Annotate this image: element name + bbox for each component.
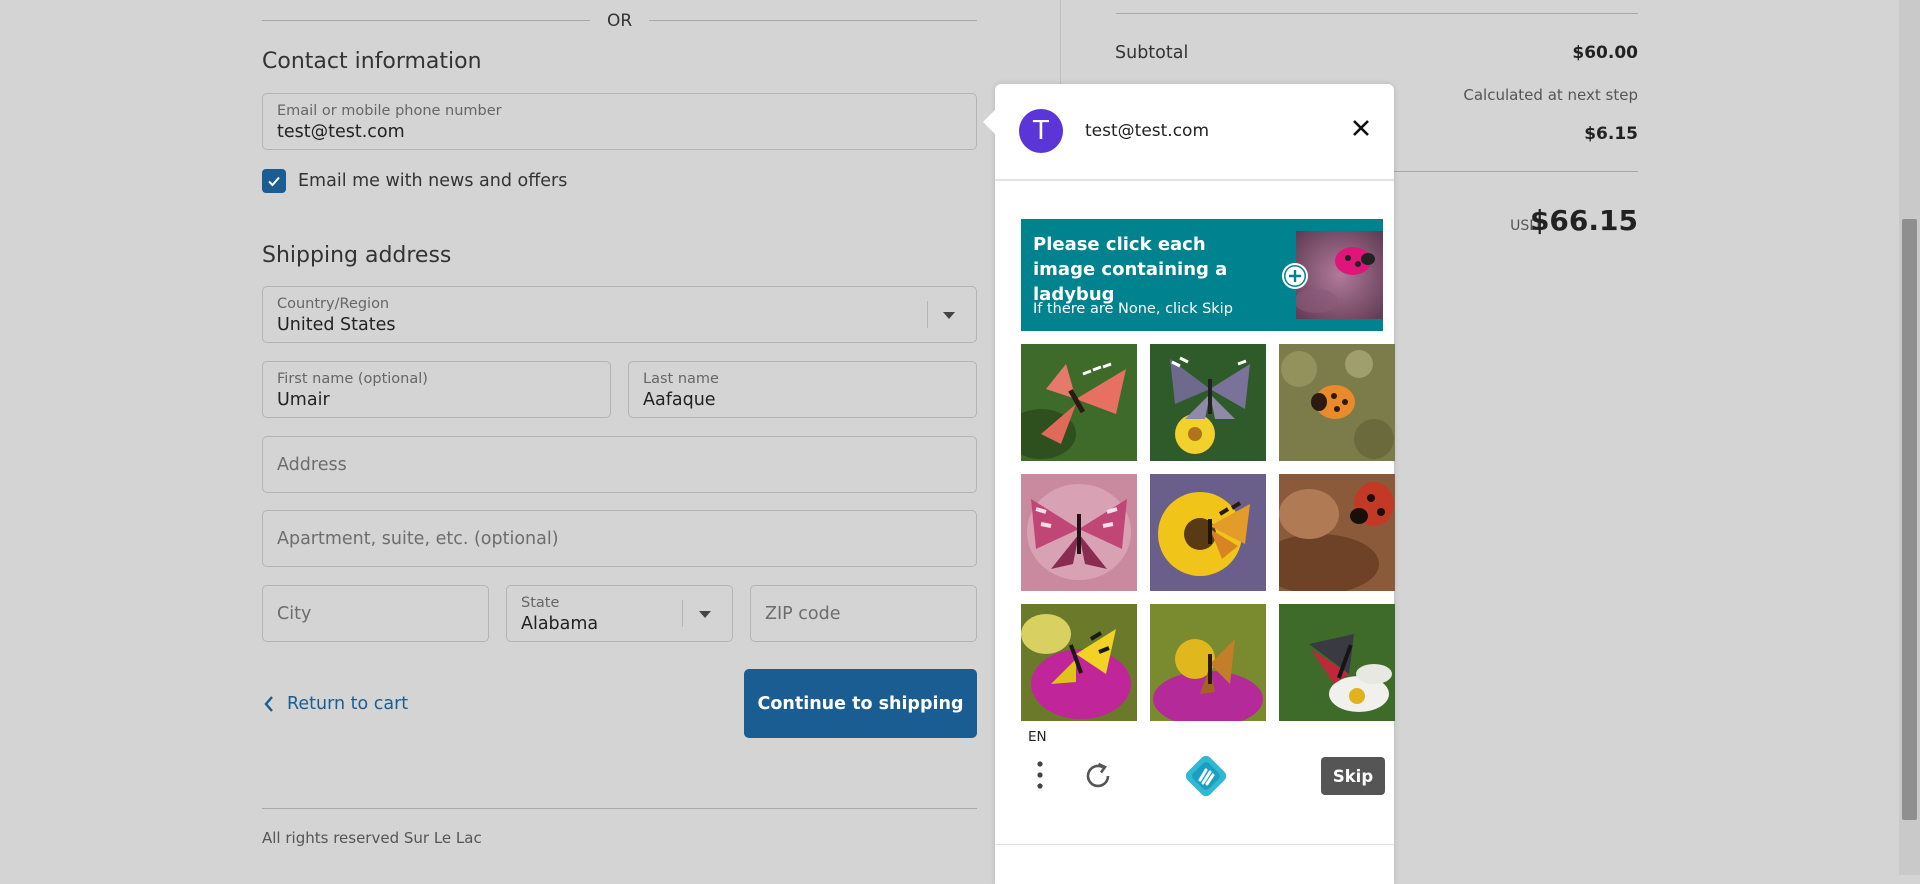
total-value: $66.15 (1529, 204, 1638, 237)
language-selector[interactable]: EN (1028, 729, 1047, 745)
zip-field[interactable]: ZIP code (750, 585, 977, 642)
last-name-value: Aafaque (643, 390, 716, 410)
email-field-label: Email or mobile phone number (277, 103, 502, 119)
address-field[interactable]: Address (262, 436, 977, 493)
footer-text: All rights reserved Sur Le Lac (262, 829, 482, 847)
last-name-label: Last name (643, 371, 719, 387)
captcha-tile-butterfly[interactable] (1150, 604, 1266, 721)
captcha-tile-butterfly[interactable] (1021, 474, 1137, 591)
state-value: Alabama (521, 614, 599, 634)
address-placeholder: Address (277, 454, 347, 475)
footer-divider (262, 808, 977, 809)
return-to-cart-link[interactable]: Return to cart (263, 692, 408, 716)
first-name-field[interactable]: First name (optional) Umair (262, 361, 611, 418)
first-name-label: First name (optional) (277, 371, 428, 387)
popup-pointer (983, 110, 995, 134)
captcha-prompt-text: Please click each image containing a lad… (1033, 234, 1228, 305)
chevron-left-icon (263, 695, 275, 713)
chevron-down-icon (943, 311, 955, 319)
first-name-value: Umair (277, 390, 330, 410)
more-options-icon[interactable] (1036, 760, 1044, 790)
or-divider-right (649, 20, 977, 21)
captcha-tile-butterfly[interactable] (1021, 604, 1137, 721)
captcha-bottom-divider (995, 844, 1394, 845)
apartment-field[interactable]: Apartment, suite, etc. (optional) (262, 510, 977, 567)
city-placeholder: City (277, 603, 312, 624)
refresh-icon[interactable] (1083, 761, 1113, 791)
close-icon[interactable] (1349, 116, 1373, 140)
return-to-cart-label: Return to cart (287, 694, 409, 714)
captcha-prompt: Please click each image containing a lad… (1021, 219, 1383, 331)
contact-title: Contact information (262, 49, 482, 74)
captcha-tile-ladybug[interactable] (1279, 474, 1395, 591)
ladybug-example-image (1296, 231, 1383, 319)
newsletter-label: Email me with news and offers (298, 171, 568, 191)
country-label: Country/Region (277, 296, 390, 312)
select-separator (927, 301, 928, 328)
apartment-placeholder: Apartment, suite, etc. (optional) (277, 528, 559, 549)
hcaptcha-logo-icon (1185, 755, 1227, 797)
state-label: State (521, 595, 560, 611)
shipping-title: Shipping address (262, 243, 452, 268)
avatar: T (1019, 109, 1063, 153)
newsletter-checkbox[interactable] (262, 169, 286, 193)
captcha-challenge-popup: T test@test.com Please click each image … (983, 84, 1395, 884)
country-select[interactable]: Country/Region United States (262, 286, 977, 343)
captcha-tile-butterfly[interactable] (1021, 344, 1137, 461)
captcha-divider (995, 179, 1394, 181)
state-select[interactable]: State Alabama (506, 585, 733, 642)
or-divider-left (262, 20, 590, 21)
continue-to-shipping-button[interactable]: Continue to shipping (744, 669, 977, 738)
subtotal-label: Subtotal (1115, 43, 1189, 63)
subtotal-value: $60.00 (1572, 43, 1638, 63)
country-value: United States (277, 315, 396, 335)
email-field-value: test@test.com (277, 122, 405, 142)
last-name-field[interactable]: Last name Aafaque (628, 361, 977, 418)
city-field[interactable]: City (262, 585, 489, 642)
captcha-tile-ladybug[interactable] (1279, 344, 1395, 461)
or-divider-text: OR (607, 11, 633, 31)
scrollbar-thumb[interactable] (1902, 219, 1917, 820)
select-separator (682, 600, 683, 627)
chevron-down-icon (699, 610, 711, 618)
skip-button[interactable]: Skip (1321, 757, 1385, 795)
email-field[interactable]: Email or mobile phone number test@test.c… (262, 93, 977, 150)
shipping-value: Calculated at next step (1463, 86, 1638, 104)
zip-placeholder: ZIP code (765, 603, 841, 624)
captcha-tile-butterfly[interactable] (1150, 344, 1266, 461)
checkmark-icon (268, 176, 280, 187)
captcha-tile-butterfly[interactable] (1279, 604, 1395, 721)
summary-top-divider (1116, 13, 1638, 14)
captcha-tile-butterfly[interactable] (1150, 474, 1266, 591)
plus-icon (1282, 263, 1308, 289)
captcha-prompt-subtext: If there are None, click Skip (1033, 301, 1233, 317)
captcha-email: test@test.com (1085, 121, 1210, 141)
taxes-value: $6.15 (1584, 124, 1638, 144)
